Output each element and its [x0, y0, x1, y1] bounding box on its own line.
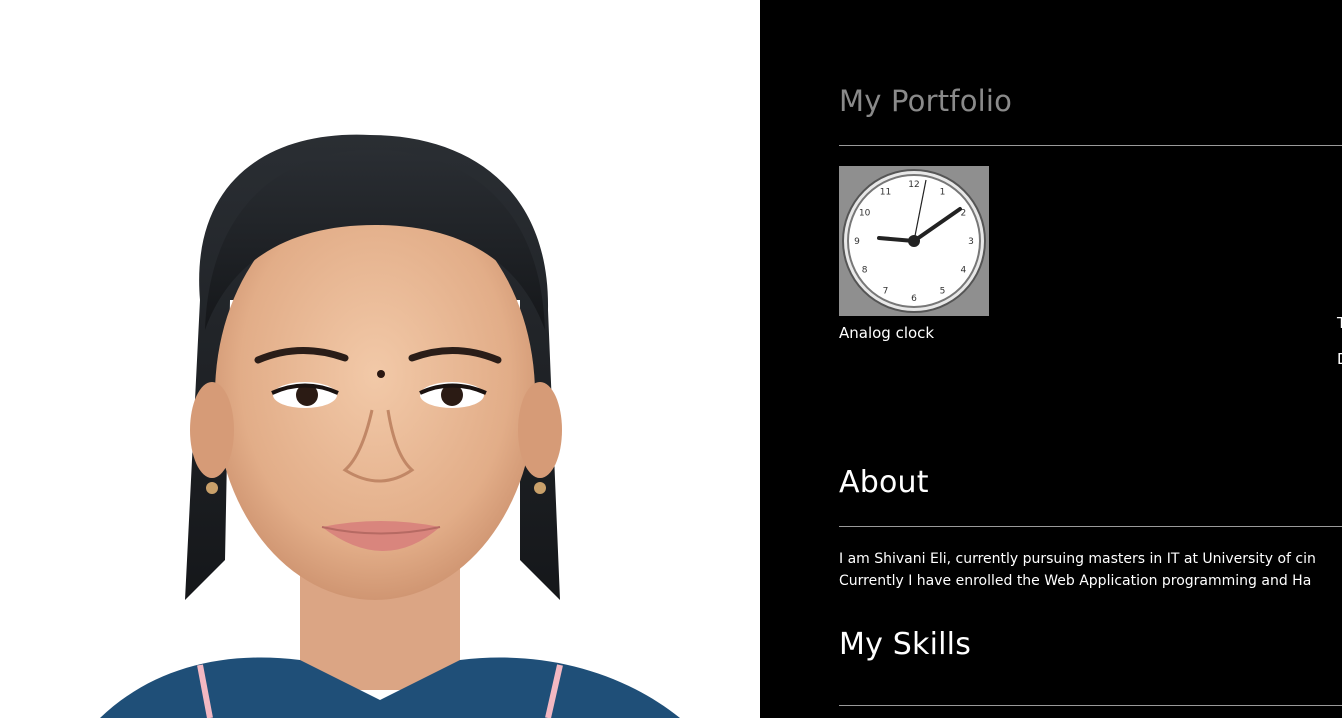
clock-number: 11 [880, 188, 891, 198]
analog-clock-icon[interactable]: 121234567891011 [839, 166, 989, 316]
divider [839, 145, 1342, 146]
cut-off-project-label: T [1337, 314, 1342, 332]
about-line: I am Shivani Eli, currently pursuing mas… [839, 551, 1316, 567]
profile-photo [0, 0, 760, 718]
clock-number: 3 [968, 237, 974, 247]
about-heading: About [839, 465, 929, 500]
clock-number: 8 [862, 266, 868, 276]
cut-off-project-label: D [1337, 350, 1342, 368]
clock-number: 4 [961, 266, 967, 276]
clock-number: 12 [908, 180, 919, 190]
content-panel: My Portfolio 12 1 2 3 4 5 6 7 8 9 10 11 Analog cloc… [760, 0, 1342, 718]
about-line: Currently I have enrolled the Web Applic… [839, 573, 1312, 589]
skills-heading: My Skills [839, 627, 972, 662]
divider [839, 526, 1342, 527]
clock-number: 5 [940, 286, 946, 296]
divider [839, 705, 1342, 706]
portfolio-page: My Portfolio 12 1 2 3 4 5 6 7 8 9 10 11 Analog cloc… [0, 0, 1342, 718]
project-card-analog-clock[interactable]: 12 1 2 3 4 5 6 7 8 9 10 11 Analog clock [839, 166, 989, 342]
portfolio-heading: My Portfolio [839, 84, 1013, 118]
clock-number: 6 [911, 294, 917, 304]
about-paragraph: I am Shivani Eli, currently pursuing mas… [839, 548, 1316, 592]
clock-number: 1 [940, 188, 946, 198]
project-label[interactable]: Analog clock [839, 324, 989, 342]
clock-number: 7 [883, 286, 889, 296]
clock-number: 10 [859, 209, 871, 219]
profile-photo-illustration [0, 0, 760, 718]
clock-number: 9 [854, 237, 860, 247]
